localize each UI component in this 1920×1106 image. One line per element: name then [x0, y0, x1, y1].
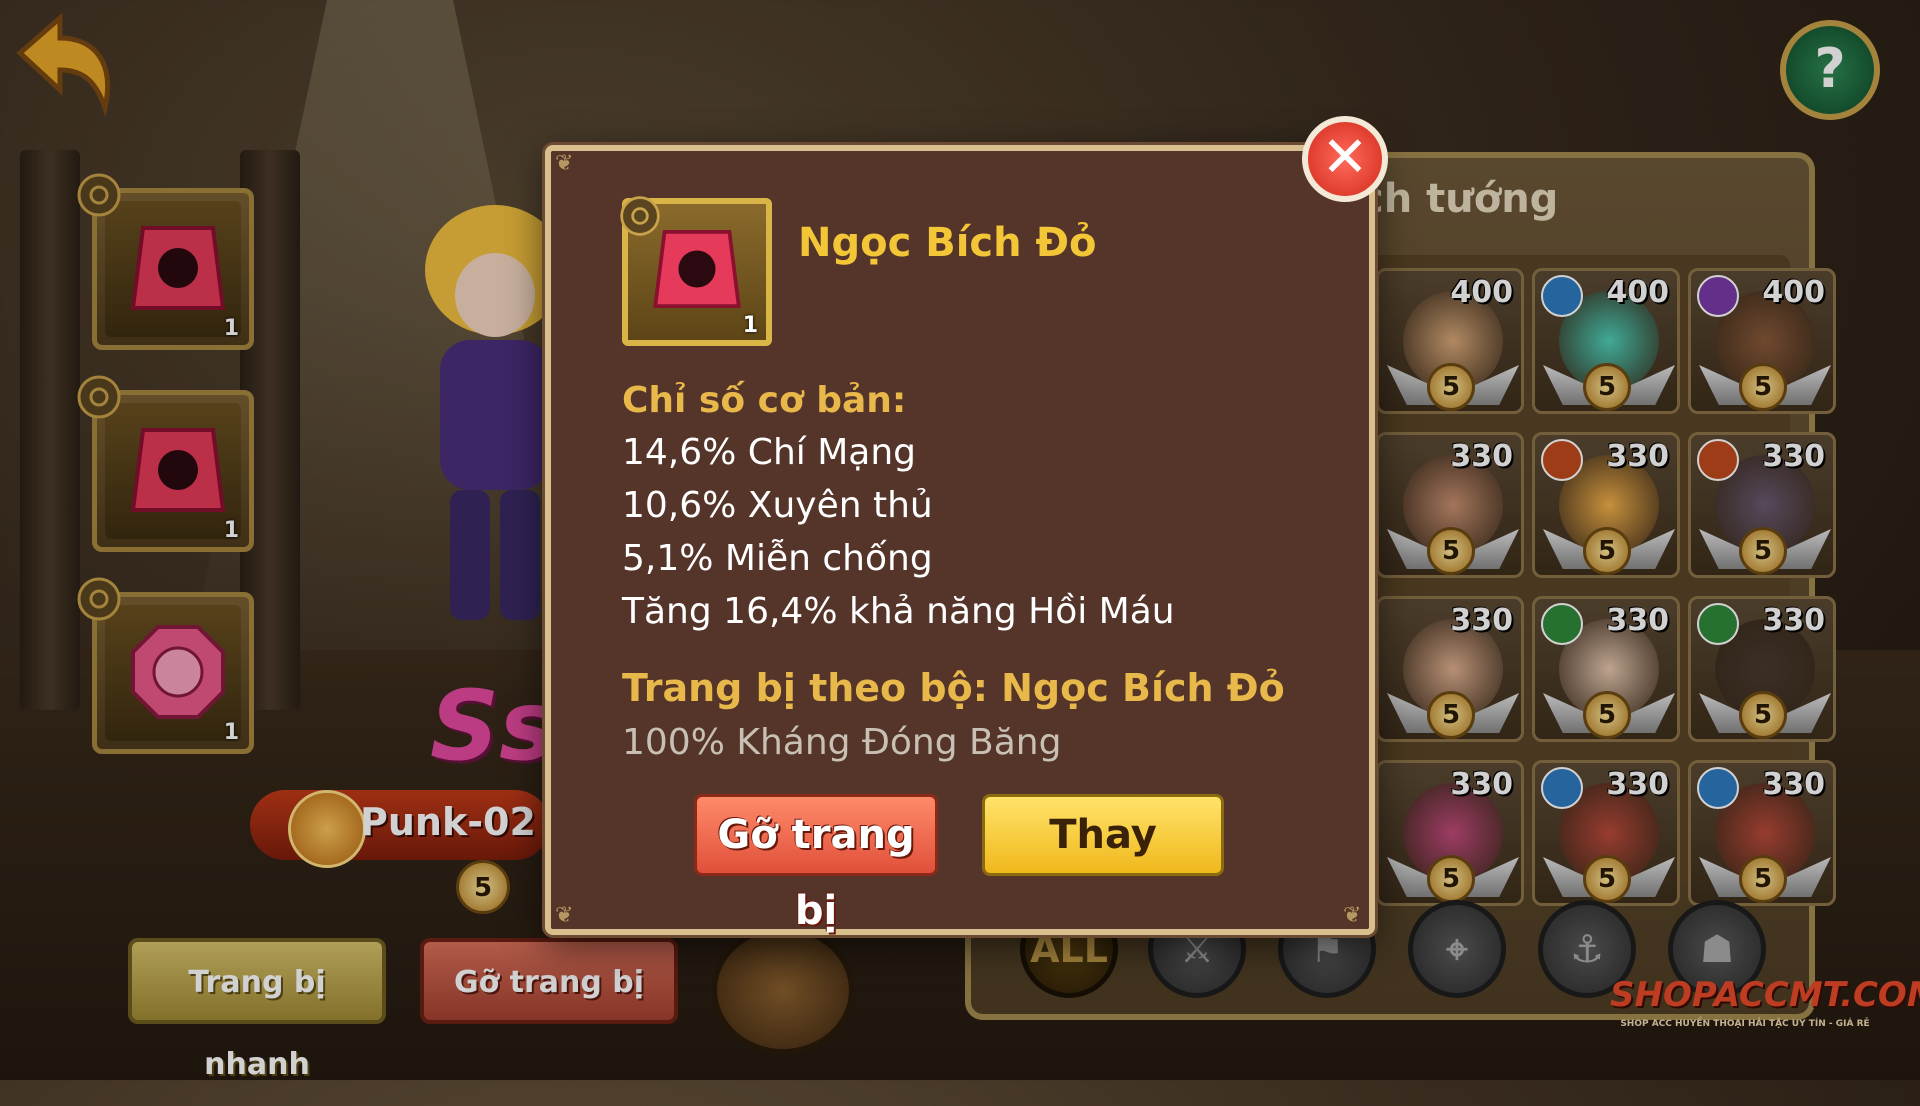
unequip-button[interactable]: Gỡ trang bị: [694, 794, 938, 934]
set-bonus-text: 100% Kháng Đóng Băng: [622, 722, 1062, 763]
base-stats-title: Chỉ số cơ bản:: [622, 380, 907, 421]
set-bonus-title: Trang bị theo bộ: Ngọc Bích Đỏ: [622, 666, 1285, 710]
stat-line: 5,1% Miễn chống: [622, 538, 933, 579]
stat-line: Tăng 16,4% khả năng Hồi Máu: [622, 591, 1175, 632]
stat-line: 14,6% Chí Mạng: [622, 432, 916, 473]
red-gem-icon: [653, 230, 741, 308]
corner-ornament: ❦: [555, 903, 574, 928]
close-button[interactable]: ✕: [1302, 116, 1388, 202]
stat-line: 10,6% Xuyên thủ: [622, 485, 933, 526]
close-icon: ✕: [1321, 125, 1369, 190]
replace-button[interactable]: Thay: [982, 794, 1224, 876]
item-count: 1: [742, 313, 758, 338]
corner-ornament: ❦: [1343, 903, 1362, 928]
item-name: Ngọc Bích Đỏ: [798, 220, 1097, 266]
corner-ornament: ❦: [555, 151, 574, 176]
item-icon-frame: 1: [620, 196, 772, 346]
